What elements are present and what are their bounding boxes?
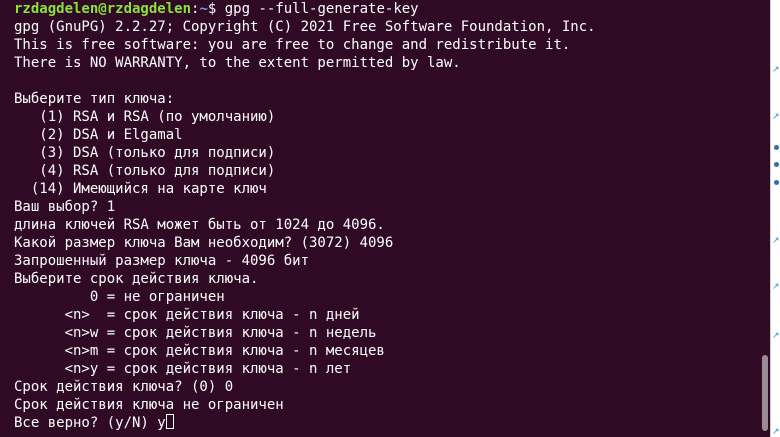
background-arrow-icon: ↗ (772, 332, 780, 340)
output-line: <n> = срок действия ключа - n дней (14, 307, 360, 323)
prompt-symbol: $ (207, 1, 225, 17)
background-bullet-icon (774, 180, 779, 185)
output-line: Какой размер ключа Вам необходим? (3072)… (14, 235, 394, 251)
output-line: gpg (GnuPG) 2.2.27; Copyright (C) 2021 F… (14, 19, 596, 35)
output-line: This is free software: you are free to c… (14, 37, 571, 53)
output-line: Срок действия ключа? (0) 0 (14, 379, 234, 395)
output-line: (1) RSA и RSA (по умолчанию) (14, 109, 276, 125)
typed-input[interactable]: y (157, 415, 165, 431)
terminal-scrollbar[interactable] (762, 355, 768, 431)
background-arrow-icon: ↗ (772, 283, 780, 291)
background-arrow-icon: ↗ (772, 66, 780, 74)
output-line: 0 = не ограничен (14, 289, 225, 305)
prompt-command: gpg --full-generate-key (224, 1, 419, 17)
background-arrow-icon: ↗ (772, 428, 780, 436)
output-line: There is NO WARRANTY, to the extent perm… (14, 55, 461, 71)
output-line: <n>m = срок действия ключа - n месяцев (14, 343, 385, 359)
output-line: (3) DSA (только для подписи) (14, 145, 276, 161)
desktop: rzdagdelen@rzdagdelen:~$ gpg --full-gene… (0, 0, 780, 437)
prompt-user-host: rzdagdelen@rzdagdelen (14, 1, 192, 17)
output-line: Выберите тип ключа: (14, 91, 175, 107)
prompt-path: ~ (199, 1, 208, 17)
background-arrow-icon: ↗ (772, 113, 780, 121)
output-line: (14) Имеющийся на карте ключ (14, 181, 267, 197)
background-bullet-icon (774, 162, 779, 167)
background-arrow-icon: ↗ (772, 237, 780, 245)
output-line: (2) DSA и Elgamal (14, 127, 183, 143)
output-line: длина ключей RSA может быть от 1024 до 4… (14, 217, 385, 233)
output-line: <n>w = срок действия ключа - n недель (14, 325, 377, 341)
output-line: Ваш выбор? 1 (14, 199, 116, 215)
output-line: Выберите срок действия ключа. (14, 271, 259, 287)
prompt-line: rzdagdelen@rzdagdelen:~$ gpg --full-gene… (14, 0, 770, 18)
background-bullet-icon (774, 145, 779, 150)
output-line: Срок действия ключа не ограничен (14, 397, 284, 413)
output-line: <n>y = срок действия ключа - n лет (14, 361, 352, 377)
text-cursor (165, 414, 174, 429)
output-line: (4) RSA (только для подписи) (14, 163, 276, 179)
confirm-question: Все верно? (y/N) (14, 415, 158, 431)
output-line: Запрошенный размер ключа - 4096 бит (14, 253, 310, 269)
input-line[interactable]: Все верно? (y/N) y (14, 414, 770, 432)
terminal-window[interactable]: rzdagdelen@rzdagdelen:~$ gpg --full-gene… (0, 0, 770, 437)
